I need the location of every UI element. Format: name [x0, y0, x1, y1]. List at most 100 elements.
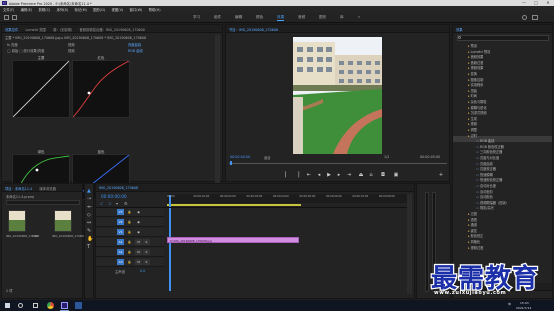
effects-tree-item[interactable]: 透视 [468, 217, 477, 222]
effects-tree-item[interactable]: 实用程序 [468, 82, 484, 87]
taskbar-date[interactable]: 2021/7/14 [516, 306, 531, 310]
pen-tool-icon[interactable]: ✎ [87, 228, 91, 234]
taskbar-search-icon[interactable] [18, 303, 23, 308]
effects-tree-item[interactable]: 亮度与对比度 [476, 155, 499, 160]
export-frame-icon[interactable]: ◘ [379, 172, 387, 178]
word-icon[interactable] [75, 302, 82, 309]
track-lock-icon[interactable]: 🔒 [126, 209, 133, 215]
master-track-value[interactable]: 0.0 [140, 269, 145, 273]
tab-audio-mixer[interactable]: 音频剪辑混合器：IMG_20190608_170608 [79, 27, 144, 32]
tab-source[interactable]: 源：(无剪辑) [53, 27, 72, 32]
workspace-more[interactable]: » [358, 15, 360, 19]
track-mute-button[interactable]: M [135, 249, 142, 255]
tab-project[interactable]: 项目：未命名11.4 [5, 186, 32, 191]
workspace-audio[interactable]: 音频 [298, 15, 305, 20]
effects-tree-item[interactable]: 亮度曲线 [476, 161, 493, 166]
type-tool-icon[interactable]: T [87, 244, 90, 250]
effects-search-input[interactable] [457, 35, 549, 41]
effects-tree-item[interactable]: 扭曲 [468, 88, 477, 93]
chrome-icon[interactable] [47, 302, 54, 309]
effects-tree-item[interactable]: 音频效果 [468, 54, 484, 59]
effects-tree-item[interactable]: 视频过渡 [468, 245, 484, 250]
effects-tree-item[interactable]: 颜色校正 [468, 233, 484, 238]
program-playhead[interactable] [230, 161, 232, 165]
workspace-editing[interactable]: 编辑 [235, 15, 242, 20]
workspace-effects[interactable]: 效果 [277, 15, 285, 21]
project-item-thumbnail-2[interactable] [54, 210, 72, 232]
effect-controls-scrollbar[interactable] [215, 35, 220, 185]
track-solo-button[interactable]: S [143, 259, 150, 265]
effects-tree-item[interactable]: 视频效果 [468, 65, 484, 70]
lift-icon[interactable]: ⏏ [357, 172, 365, 178]
program-scrubber[interactable] [229, 163, 447, 164]
effects-tree-item[interactable]: 图像控制 [468, 77, 484, 82]
track-target-label[interactable]: V3 [117, 209, 124, 215]
effects-tree-item[interactable]: 调整 [468, 127, 477, 132]
slip-tool-icon[interactable]: ↔ [87, 220, 91, 226]
effects-tree-item[interactable]: 过时 [468, 133, 477, 138]
work-area-bar[interactable] [167, 204, 301, 206]
effects-tree-item[interactable]: RGB 颜色校正器 [476, 144, 504, 149]
curve-red[interactable]: 红色 [72, 56, 130, 118]
track-target-label[interactable]: V2 [117, 219, 124, 225]
track-solo-button[interactable]: S [143, 239, 150, 245]
mark-in-icon[interactable]: ▏ [283, 172, 291, 178]
track-visibility-icon[interactable]: ◉ [135, 219, 142, 225]
effects-tree-item[interactable]: 音频过渡 [468, 60, 484, 65]
program-scale-select[interactable]: 1/2 [384, 155, 389, 159]
effects-tree-item[interactable]: RGB 曲线 [476, 138, 494, 143]
track-mute-button[interactable]: M [135, 239, 142, 245]
tab-program[interactable]: 节目：IMG_20190608_170608 [229, 27, 278, 32]
curve-green-point[interactable] [35, 168, 39, 172]
effects-tree-item[interactable]: 变换 [468, 71, 477, 76]
effects-tree-item[interactable]: 亮度校正器 [476, 166, 496, 171]
effects-tree-item[interactable]: 三向颜色校正器 [476, 149, 502, 154]
effects-tree-item[interactable]: 视频限幅器（旧版） [476, 200, 509, 205]
effects-tree-item[interactable]: 风格化 [468, 239, 481, 244]
track-visibility-icon[interactable]: ◉ [135, 229, 142, 235]
curve-red-point[interactable] [87, 91, 91, 95]
tab-lumetri-scopes[interactable]: Lumetri 范围 [25, 27, 45, 32]
timeline-scrollbar[interactable] [407, 194, 412, 294]
track-lock-icon[interactable]: 🔒 [126, 249, 133, 255]
timeline-playhead[interactable] [169, 195, 171, 291]
timeline-settings-icon[interactable]: ⚙ [124, 201, 128, 206]
track-target-label[interactable]: A1 [117, 239, 124, 245]
track-lock-icon[interactable]: 🔒 [126, 239, 133, 245]
track-solo-button[interactable]: S [143, 249, 150, 255]
program-timecode-current[interactable]: 00:00:00:00 [230, 155, 250, 159]
razor-tool-icon[interactable]: ◇ [87, 212, 91, 218]
step-forward-icon[interactable]: ▸ [335, 172, 343, 178]
taskbar-lang[interactable]: 中 [508, 302, 511, 306]
project-item-name-2[interactable]: IMG_20190608_170608 [52, 234, 85, 238]
track-mute-button[interactable]: M [135, 259, 142, 265]
track-select-tool-icon[interactable]: ⇢ [87, 196, 91, 202]
workspace-learn[interactable]: 学习 [193, 15, 200, 20]
ripple-edit-tool-icon[interactable]: ⟛ [87, 204, 92, 210]
track-lock-icon[interactable]: 🔒 [126, 229, 133, 235]
tab-media-browser[interactable]: 媒体浏览器 [39, 186, 55, 191]
go-to-out-icon[interactable]: ⇥ [345, 172, 353, 178]
effects-tree-item[interactable]: 模糊与锐化 [468, 105, 487, 110]
mark-out-icon[interactable]: ▕ [293, 172, 301, 178]
curve-master[interactable]: 主要 [12, 56, 70, 118]
notifications-icon[interactable] [532, 15, 538, 20]
effects-tree-item[interactable]: 预设 [468, 43, 477, 48]
workspace-libraries[interactable]: 库 [340, 15, 344, 20]
effects-tree-item[interactable]: 自动对比度 [476, 183, 496, 188]
tab-effects[interactable]: 效果 [456, 27, 463, 32]
add-marker-icon[interactable]: ▾ [116, 201, 118, 206]
effects-tree-item[interactable]: Lumetri 预设 [468, 49, 491, 54]
comparison-view-icon[interactable]: ▣ [392, 172, 400, 178]
track-visibility-icon[interactable]: ◉ [135, 209, 142, 215]
button-editor-icon[interactable]: + [437, 172, 445, 178]
effects-tree-item[interactable]: 快速颜色校正器 [476, 177, 502, 182]
effects-tree-item[interactable]: 过渡 [468, 211, 477, 216]
track-target-label[interactable]: A3 [117, 259, 124, 265]
track-target-label[interactable]: V1 [117, 229, 124, 235]
tab-sequence[interactable]: IMG_20190608_170608 [99, 186, 138, 190]
home-icon[interactable] [4, 15, 9, 20]
premiere-taskbar-icon[interactable] [61, 302, 68, 309]
effects-tree-item[interactable]: 视频 [468, 121, 477, 126]
selection-tool-icon[interactable]: ▲ [87, 188, 91, 194]
